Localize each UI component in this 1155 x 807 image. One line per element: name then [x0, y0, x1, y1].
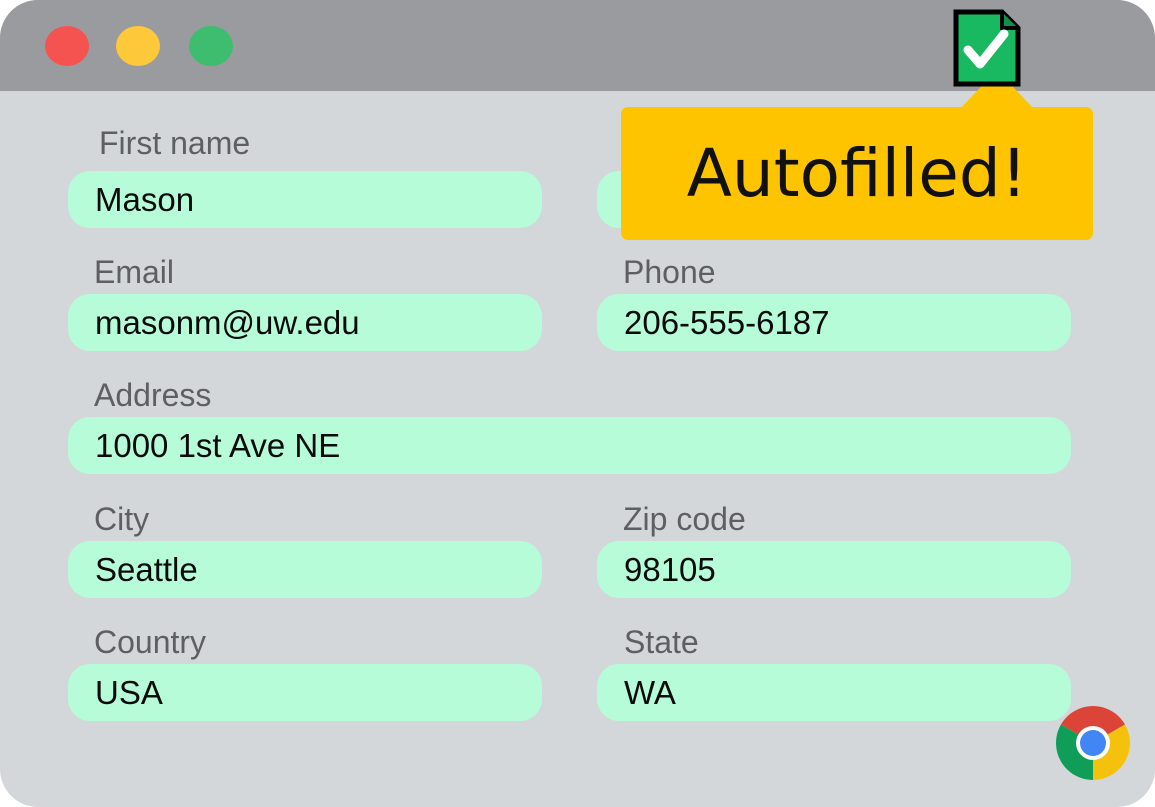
phone-label: Phone: [623, 254, 716, 290]
first-name-label: First name: [99, 125, 251, 161]
phone-field[interactable]: 206-555-6187: [597, 294, 1071, 351]
zoom-window-button[interactable]: [189, 26, 233, 66]
email-label: Email: [94, 254, 175, 290]
zip-code-label: Zip code: [623, 501, 746, 537]
zip-code-field[interactable]: 98105: [597, 541, 1071, 598]
country-field[interactable]: USA: [68, 664, 542, 721]
country-label: Country: [94, 624, 207, 660]
address-field[interactable]: 1000 1st Ave NE: [68, 417, 1071, 474]
first-name-field[interactable]: Mason: [68, 171, 542, 228]
state-field[interactable]: WA: [597, 664, 1071, 721]
autofill-popup-text: Autofilled!: [686, 135, 1028, 212]
city-label: City: [94, 501, 150, 537]
email-field[interactable]: masonm@uw.edu: [68, 294, 542, 351]
autofilled-document-check-icon[interactable]: [952, 8, 1022, 88]
address-label: Address: [94, 377, 212, 413]
minimize-window-button[interactable]: [116, 26, 160, 66]
close-window-button[interactable]: [45, 26, 89, 66]
city-field[interactable]: Seattle: [68, 541, 542, 598]
chrome-icon: [1056, 706, 1130, 780]
autofill-popup: Autofilled!: [621, 107, 1093, 240]
browser-window: First name Mason Email masonm@uw.edu Pho…: [0, 0, 1155, 807]
state-label: State: [624, 624, 699, 660]
